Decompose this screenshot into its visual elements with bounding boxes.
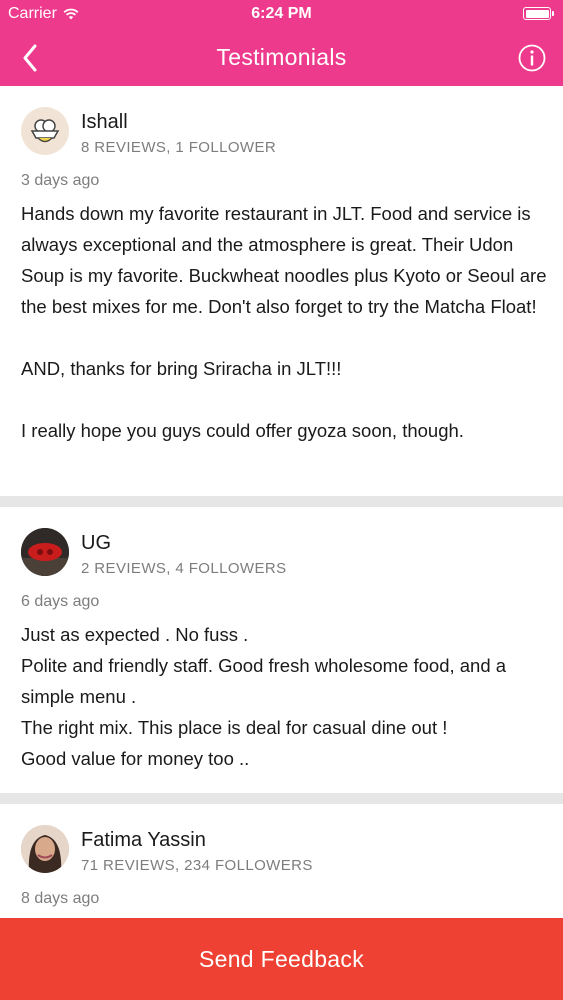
review-card: Fatima Yassin 71 REVIEWS, 234 FOLLOWERS … (0, 804, 563, 918)
info-circle-icon (518, 44, 546, 72)
reviewer-stats: 2 REVIEWS, 4 FOLLOWERS (81, 560, 287, 577)
review-date: 3 days ago (21, 172, 100, 189)
review-card: Ishall 8 REVIEWS, 1 FOLLOWER 3 days ago … (0, 86, 563, 496)
reviewer-stats: 8 REVIEWS, 1 FOLLOWER (81, 139, 277, 156)
reviewer-stats: 71 REVIEWS, 234 FOLLOWERS (81, 857, 313, 874)
reviewer-name[interactable]: UG (81, 532, 111, 555)
nav-bar: Testimonials (0, 30, 563, 86)
battery-icon (523, 7, 554, 20)
info-button[interactable] (517, 43, 547, 73)
status-bar: Carrier 6:24 PM (0, 0, 563, 30)
app-header: Carrier 6:24 PM Testimonials (0, 0, 563, 86)
review-date: 6 days ago (21, 593, 100, 610)
ice-cream-icon (30, 119, 60, 143)
review-text: Just as expected . No fuss . Polite and … (21, 624, 507, 769)
reviewer-name[interactable]: Fatima Yassin (81, 829, 206, 852)
profile-photo-icon (21, 825, 69, 873)
divider (0, 793, 563, 804)
avatar[interactable] (21, 528, 69, 576)
avatar[interactable] (21, 825, 69, 873)
clock: 6:24 PM (251, 5, 312, 22)
divider (0, 496, 563, 507)
review-card: UG 2 REVIEWS, 4 FOLLOWERS 6 days ago Jus… (0, 507, 563, 793)
profile-photo-icon (21, 528, 69, 576)
send-feedback-button[interactable]: Send Feedback (0, 918, 563, 1000)
page-title: Testimonials (216, 44, 347, 70)
review-date: 8 days ago (21, 890, 100, 907)
send-feedback-label: Send Feedback (198, 945, 364, 972)
review-text: Hands down my favorite restaurant in JLT… (21, 203, 547, 441)
reviewer-name[interactable]: Ishall (81, 111, 128, 134)
avatar[interactable] (21, 107, 69, 155)
